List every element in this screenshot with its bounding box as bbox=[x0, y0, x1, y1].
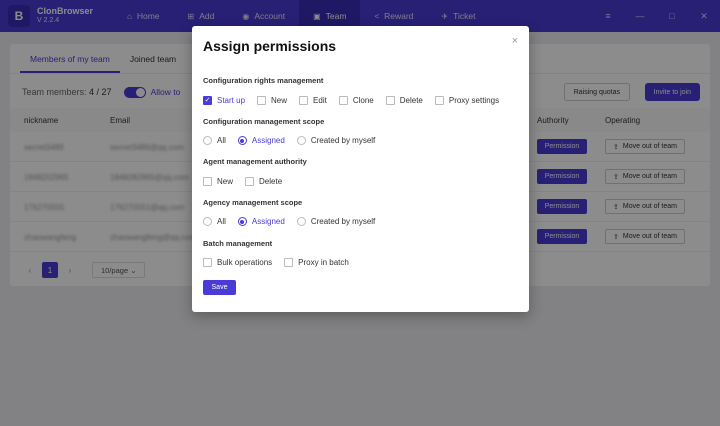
checkbox-proxy-settings[interactable]: Proxy settings bbox=[434, 96, 499, 105]
radio-agency-created-by-myself[interactable]: Created by myself bbox=[296, 217, 375, 226]
radio-agency-assigned[interactable]: Assigned bbox=[237, 217, 285, 226]
dialog-title: Assign permissions bbox=[203, 38, 337, 54]
radio-config-all[interactable]: All bbox=[203, 136, 226, 145]
section-agent-auth: Agent management authority bbox=[203, 157, 307, 166]
assign-permissions-dialog: Assign permissions × Configuration right… bbox=[192, 26, 529, 312]
check-icon: ✓ bbox=[203, 96, 212, 105]
section-config-rights: Configuration rights management bbox=[203, 76, 324, 85]
close-icon[interactable]: × bbox=[512, 35, 518, 47]
checkbox-start-up[interactable]: ✓ Start up bbox=[203, 96, 245, 105]
checkbox-proxy-in-batch[interactable]: Proxy in batch bbox=[284, 258, 349, 267]
radio-config-created-by-myself[interactable]: Created by myself bbox=[296, 136, 375, 145]
section-agency-scope: Agency management scope bbox=[203, 198, 303, 207]
checkbox-edit[interactable]: Edit bbox=[299, 96, 327, 105]
checkbox-clone[interactable]: Clone bbox=[338, 96, 374, 105]
config-rights-options: ✓ Start up New Edit Clone Delete Proxy se… bbox=[203, 96, 511, 105]
section-batch: Batch management bbox=[203, 239, 273, 248]
radio-agency-all[interactable]: All bbox=[203, 217, 226, 226]
checkbox-bulk-operations[interactable]: Bulk operations bbox=[203, 258, 272, 267]
radio-config-assigned[interactable]: Assigned bbox=[237, 136, 285, 145]
config-scope-options: All Assigned Created by myself bbox=[203, 136, 387, 145]
checkbox-new[interactable]: New bbox=[257, 96, 287, 105]
section-config-scope: Configuration management scope bbox=[203, 117, 325, 126]
agency-scope-options: All Assigned Created by myself bbox=[203, 217, 387, 226]
batch-options: Bulk operations Proxy in batch bbox=[203, 258, 361, 267]
agent-auth-options: New Delete bbox=[203, 177, 294, 186]
save-button[interactable]: Save bbox=[203, 280, 236, 295]
checkbox-delete[interactable]: Delete bbox=[385, 96, 423, 105]
checkbox-agent-delete[interactable]: Delete bbox=[245, 177, 282, 186]
checkbox-agent-new[interactable]: New bbox=[203, 177, 233, 186]
